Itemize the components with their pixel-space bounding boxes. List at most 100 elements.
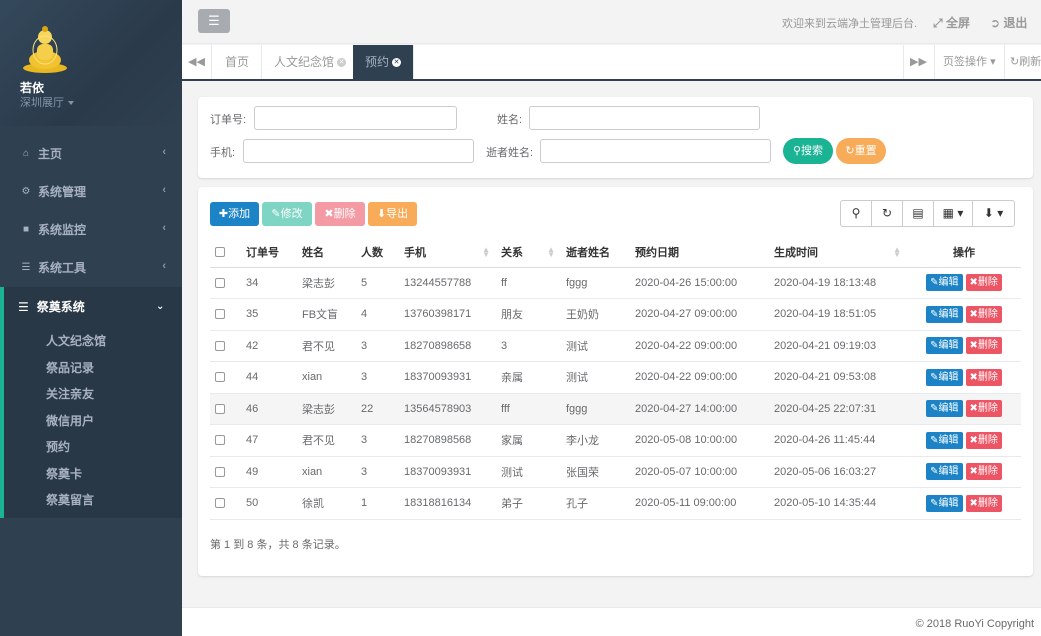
row-checkbox[interactable] [215,435,225,446]
tab-refresh-label: 刷新 [1019,56,1041,68]
table-row[interactable]: 34 梁志彭 5 13244557788 ff fggg 2020-04-26 15:00:… [210,267,1021,299]
select-all-header[interactable] [210,237,241,268]
toggle-search-button[interactable]: ⚲ [840,200,872,227]
sidebar-item-memorial-cards[interactable]: 祭奠卡 [46,465,82,482]
row-delete-button[interactable]: ✖删除 [965,494,1002,512]
search-button[interactable]: ⚲搜索 [783,138,833,164]
logout-button[interactable]: ➲ 退出 [990,14,1027,31]
col-reservation-date[interactable]: 预约日期 [630,237,769,268]
cell-count: 3 [356,456,399,488]
row-select-cell[interactable] [210,456,241,488]
col-relation[interactable]: 关系 ▲ ▼ [496,237,561,268]
row-edit-button[interactable]: ✎编辑 [926,431,963,449]
fullscreen-button[interactable]: ⤢ 全屏 [933,14,970,31]
tab-scroll-right-button[interactable]: ▶▶ [903,45,933,79]
table-row[interactable]: 44 xian 3 18370093931 亲属 测试 2020-04-22 09:00:0… [210,361,1021,394]
col-count[interactable]: 人数 [356,237,399,268]
row-delete-button[interactable]: ✖删除 [965,463,1002,481]
row-select-cell[interactable] [210,361,241,394]
remove-icon: ✖ [324,208,334,220]
reset-button[interactable]: ↻重置 [836,138,886,164]
table-row[interactable]: 42 君不见 3 18270898658 3 测试 2020-04-22 09:00:00 2… [210,330,1021,362]
sidebar-item-reservations[interactable]: 预约 [46,438,70,455]
row-select-cell[interactable] [210,424,241,457]
delete-button[interactable]: ✖删除 [315,202,365,226]
row-edit-button[interactable]: ✎编辑 [926,337,963,355]
sidebar-item-followed-relatives[interactable]: 关注亲友 [46,385,94,402]
row-checkbox[interactable] [215,340,225,351]
row-delete-button[interactable]: ✖删除 [965,337,1002,355]
row-checkbox[interactable] [215,498,225,509]
sidebar-item-offering-records[interactable]: 祭品记录 [46,359,94,376]
row-delete-button[interactable]: ✖删除 [965,400,1002,418]
tab-reservations[interactable]: 预约 ✕ [353,45,415,79]
table-row[interactable]: 47 君不见 3 18270898568 家属 李小龙 2020-05-08 10:00:0… [210,424,1021,457]
add-button[interactable]: ✚添加 [210,202,259,226]
close-tab-icon[interactable]: ✕ [392,58,402,68]
row-delete-button[interactable]: ✖删除 [965,274,1002,292]
select-all-checkbox[interactable] [215,246,225,257]
export-data-button[interactable]: ⬇ ▾ [972,200,1015,227]
col-created-time[interactable]: 生成时间 ▲ ▼ [769,237,907,268]
sidebar: 若依 深圳展厅 ⌂ 主页 ‹ ⚙ 系统管理 ‹ ■ 系统监控 ‹ ☰ 系统工具 … [0,0,182,636]
row-select-cell[interactable] [210,267,241,299]
row-edit-button[interactable]: ✎编辑 [926,305,963,323]
col-phone[interactable]: 手机 ▲ ▼ [399,237,496,268]
toggle-view-button[interactable]: ▤ [902,200,934,227]
sidebar-item-wechat-users[interactable]: 微信用户 [46,412,94,429]
row-edit-button[interactable]: ✎编辑 [926,274,963,292]
col-order-number[interactable]: 订单号 [241,237,297,268]
row-checkbox[interactable] [215,277,225,288]
table-row[interactable]: 50 徐凯 1 18318816134 弟子 孔子 2020-05-11 09:00:00 2… [210,487,1021,520]
row-checkbox[interactable] [215,466,225,477]
row-delete-button[interactable]: ✖删除 [965,368,1002,386]
name-input[interactable] [529,106,760,130]
close-tab-icon[interactable]: ✕ [337,58,347,68]
col-deceased-name[interactable]: 逝者姓名 [561,237,630,268]
row-delete-button[interactable]: ✖删除 [965,305,1002,323]
row-edit-button[interactable]: ✎编辑 [926,494,963,512]
edit-button[interactable]: ✎修改 [262,202,312,226]
row-edit-button[interactable]: ✎编辑 [926,400,963,418]
row-checkbox[interactable] [215,372,225,383]
cell-reservation-date: 2020-05-08 10:00:00 [630,424,769,457]
phone-input[interactable] [243,139,474,163]
table-row[interactable]: 46 梁志彭 22 13564578903 fff fggg 2020-04-27 14:0… [210,393,1021,425]
sidebar-item-memorial-hall[interactable]: 人文纪念馆 [46,332,106,349]
row-select-cell[interactable] [210,330,241,362]
cell-reservation-date: 2020-05-11 09:00:00 [630,487,769,520]
row-checkbox[interactable] [215,309,225,320]
user-store-dropdown[interactable]: 深圳展厅 [20,94,74,110]
table-row[interactable]: 35 FB文盲 4 13760398171 朋友 王奶奶 2020-04-27 09:00:… [210,298,1021,331]
buddha-avatar[interactable] [22,24,68,74]
nav-system-tools[interactable]: ☰ 系统工具 ‹ [0,248,182,286]
tab-home[interactable]: 首页 [213,45,263,79]
tab-operations-dropdown[interactable]: 页签操作 ▾ [934,45,1004,79]
tab-memorial-hall[interactable]: 人文纪念馆 ✕ [262,45,360,79]
table-row[interactable]: 49 xian 3 18370093931 测试 张国荣 2020-05-07 10:00:… [210,456,1021,488]
row-select-cell[interactable] [210,393,241,425]
row-select-cell[interactable] [210,298,241,331]
row-edit-button[interactable]: ✎编辑 [926,463,963,481]
row-edit-button[interactable]: ✎编辑 [926,368,963,386]
nav-system-admin[interactable]: ⚙ 系统管理 ‹ [0,172,182,210]
order-number-input[interactable] [254,106,457,130]
nav-memorial-system[interactable]: ☰ 祭奠系统 ⌄ [18,298,164,315]
row-delete-button[interactable]: ✖删除 [965,431,1002,449]
cell-deceased-name: 李小龙 [561,424,630,457]
export-button[interactable]: ⬇导出 [368,202,417,226]
sidebar-item-memorial-messages[interactable]: 祭奠留言 [46,491,94,508]
edit-button-label: 修改 [280,208,303,220]
row-checkbox[interactable] [215,403,225,414]
refresh-table-button[interactable]: ↻ [871,200,903,227]
nav-home[interactable]: ⌂ 主页 ‹ [0,134,182,172]
row-select-cell[interactable] [210,487,241,520]
menu-toggle-button[interactable]: ☰ [198,9,230,33]
nav-system-monitor[interactable]: ■ 系统监控 ‹ [0,210,182,248]
tab-refresh-button[interactable]: ↻刷新 [1004,45,1041,79]
deceased-name-input[interactable] [540,139,771,163]
cell-order-number: 49 [241,456,297,488]
tab-scroll-left-button[interactable]: ◀◀ [182,45,212,79]
col-name[interactable]: 姓名 [297,237,356,268]
columns-button[interactable]: ▦ ▾ [933,200,973,227]
